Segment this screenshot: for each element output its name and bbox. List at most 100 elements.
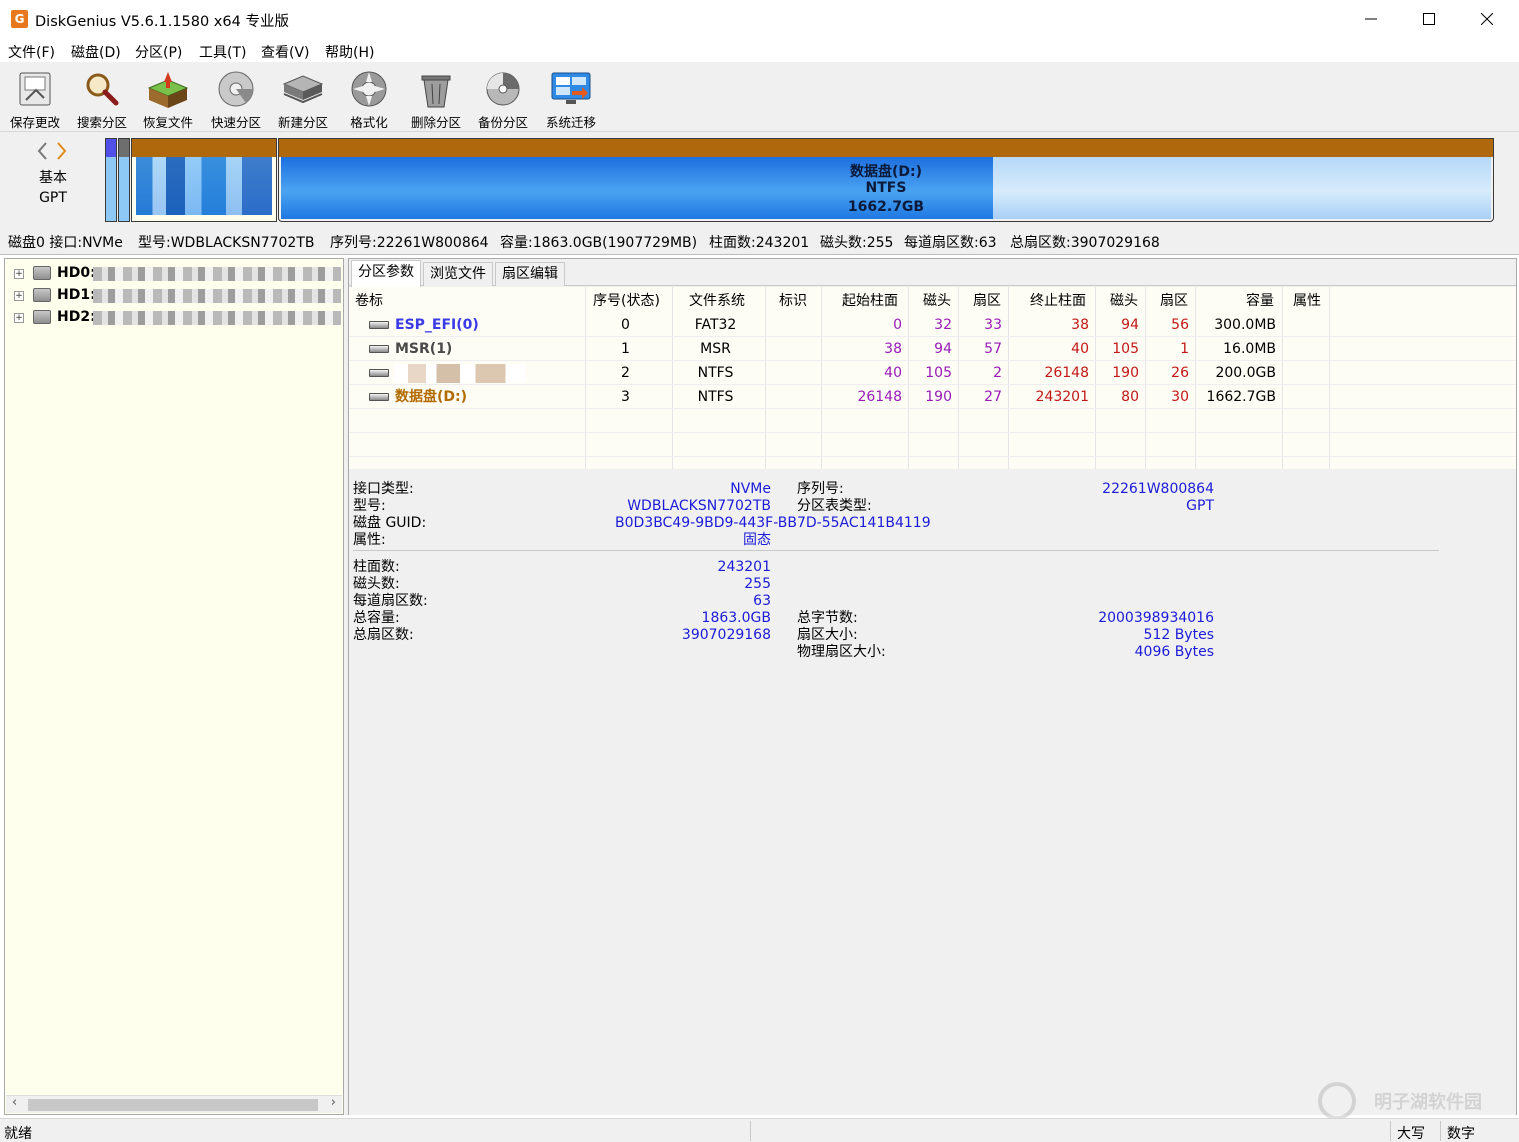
detail-label: 型号: [353, 498, 386, 514]
delete-partition-button[interactable]: 删除分区 [403, 64, 469, 130]
table-row[interactable]: 2 NTFS 40 105 2 26148 190 26 200.0GB [349, 361, 1516, 385]
detail-label: 磁头数: [353, 576, 400, 592]
col-header-start-sec[interactable]: 扇区 [973, 289, 1001, 313]
tree-horizontal-scrollbar[interactable]: ‹ › [6, 1095, 342, 1113]
table-row[interactable]: MSR(1) 1 MSR 38 94 57 40 105 1 16.0MB [349, 337, 1516, 361]
partition-block-esp[interactable] [105, 138, 117, 222]
toolbar-label: 系统迁移 [545, 115, 596, 130]
table-cell-start-cyl: 0 [893, 317, 902, 333]
detail-value: 2000398934016 [1098, 610, 1214, 626]
detail-label: 接口类型: [353, 481, 414, 497]
partition-name: MSR(1) [395, 341, 453, 357]
col-header-start-cyl[interactable]: 起始柱面 [842, 289, 898, 313]
watermark-logo-icon [1318, 1082, 1356, 1120]
table-cell-index: 1 [621, 341, 630, 357]
table-cell-flag [765, 337, 815, 361]
save-changes-button[interactable]: 保存更改 [2, 64, 68, 130]
table-cell-start-cyl: 26148 [857, 389, 902, 405]
recover-files-button[interactable]: 恢复文件 [135, 64, 201, 130]
save-icon [19, 72, 51, 106]
partition-drive-icon [369, 321, 389, 329]
col-header-label[interactable]: 卷标 [355, 289, 383, 313]
col-header-fs[interactable]: 文件系统 [689, 289, 745, 313]
col-header-end-sec[interactable]: 扇区 [1160, 289, 1188, 313]
close-button[interactable] [1458, 0, 1516, 38]
scroll-right-icon[interactable]: › [331, 1095, 336, 1110]
col-header-flag[interactable]: 标识 [779, 289, 807, 313]
table-cell-end-sec: 1 [1180, 341, 1189, 357]
toolbar-label: 快速分区 [210, 115, 261, 130]
table-cell-start-sec: 27 [984, 389, 1002, 405]
scroll-left-icon[interactable]: ‹ [12, 1095, 17, 1110]
tree-item-hd0[interactable]: + HD0: [5, 263, 341, 285]
menu-tools[interactable]: 工具(T) [199, 42, 246, 62]
col-header-size[interactable]: 容量 [1246, 289, 1274, 313]
detail-value: 1863.0GB [701, 610, 771, 626]
table-cell-attr [1282, 385, 1323, 409]
col-header-end-cyl[interactable]: 终止柱面 [1030, 289, 1086, 313]
search-partition-button[interactable]: 搜索分区 [69, 64, 135, 130]
table-cell-flag [765, 385, 815, 409]
tree-item-hd2[interactable]: + HD2: [5, 307, 341, 329]
status-bar: 就绪 大写 数字 [0, 1118, 1519, 1142]
menu-file[interactable]: 文件(F) [8, 42, 55, 62]
caps-indicator: 大写 [1397, 1126, 1425, 1142]
table-cell-start-sec: 33 [984, 317, 1002, 333]
toolbar-label: 搜索分区 [76, 115, 127, 130]
partition-drive-icon [369, 345, 389, 353]
minimize-button[interactable] [1342, 0, 1400, 38]
detail-label: 总容量: [353, 610, 400, 626]
partition-block-data[interactable]: 数据盘(D:) NTFS 1662.7GB [278, 138, 1494, 222]
table-cell-start-head: 190 [925, 389, 952, 405]
col-header-start-head[interactable]: 磁头 [923, 289, 951, 313]
tree-item-hd1[interactable]: + HD1: [5, 285, 341, 307]
info-total-sectors: 总扇区数:3907029168 [1010, 235, 1160, 251]
col-header-index[interactable]: 序号(状态) [593, 289, 660, 313]
table-cell-end-head: 80 [1121, 389, 1139, 405]
expand-icon[interactable]: + [14, 313, 24, 323]
maximize-button[interactable] [1400, 0, 1458, 38]
menu-disk[interactable]: 磁盘(D) [71, 42, 121, 62]
detail-label: 序列号: [797, 481, 844, 497]
tree-item-label: HD0: [57, 265, 96, 281]
title-bar: G DiskGenius V5.6.1.1580 x64 专业版 [0, 0, 1519, 38]
disk-details: 接口类型: NVMe 序列号: 22261W800864 型号: WDBLACK… [349, 471, 1516, 1115]
disk-nav-arrows-icon[interactable] [36, 140, 70, 162]
quick-partition-button[interactable]: 快速分区 [203, 64, 269, 130]
blurred-text [93, 289, 341, 303]
toolbar-label: 新建分区 [277, 115, 328, 130]
table-row[interactable]: ESP_EFI(0) 0 FAT32 0 32 33 38 94 56 300.0MB [349, 313, 1516, 337]
partition-block-2[interactable] [131, 138, 277, 222]
partition-block-msr[interactable] [118, 138, 130, 222]
app-logo-icon: G [11, 10, 28, 28]
detail-label: 磁盘 GUID: [353, 515, 427, 531]
expand-icon[interactable]: + [14, 269, 24, 279]
format-button[interactable]: 格式化 [336, 64, 402, 130]
col-header-attr[interactable]: 属性 [1293, 289, 1321, 313]
system-migrate-button[interactable]: 系统迁移 [538, 64, 604, 130]
detail-value: 22261W800864 [1102, 481, 1214, 497]
table-row[interactable]: 数据盘(D:) 3 NTFS 26148 190 27 243201 80 30 1662.7GB [349, 385, 1516, 409]
watermark-text: 明子湖软件园 [1374, 1092, 1482, 1113]
scroll-thumb[interactable] [28, 1099, 318, 1111]
expand-icon[interactable]: + [14, 291, 24, 301]
menu-partition[interactable]: 分区(P) [135, 42, 182, 62]
table-row [349, 433, 1516, 457]
tab-partition-params[interactable]: 分区参数 [351, 260, 421, 287]
new-partition-button[interactable]: 新建分区 [270, 64, 336, 130]
num-indicator: 数字 [1447, 1126, 1475, 1142]
window-title: DiskGenius V5.6.1.1580 x64 专业版 [35, 14, 289, 30]
close-icon [1481, 13, 1493, 25]
table-cell-end-cyl: 26148 [1044, 365, 1089, 381]
quick-partition-icon [218, 71, 254, 107]
data-partition-size: 1662.7GB [847, 199, 925, 215]
col-header-end-head[interactable]: 磁头 [1110, 289, 1138, 313]
backup-partition-button[interactable]: 备份分区 [470, 64, 536, 130]
tab-browse-files[interactable]: 浏览文件 [423, 262, 493, 286]
info-disk: 磁盘0 接口:NVMe [8, 235, 123, 251]
tab-sector-edit[interactable]: 扇区编辑 [495, 262, 565, 286]
menu-help[interactable]: 帮助(H) [325, 42, 374, 62]
detail-value: WDBLACKSN7702TB [627, 498, 771, 514]
menu-view[interactable]: 查看(V) [261, 42, 310, 62]
disk-type-label: 基本 GPT [39, 170, 67, 206]
